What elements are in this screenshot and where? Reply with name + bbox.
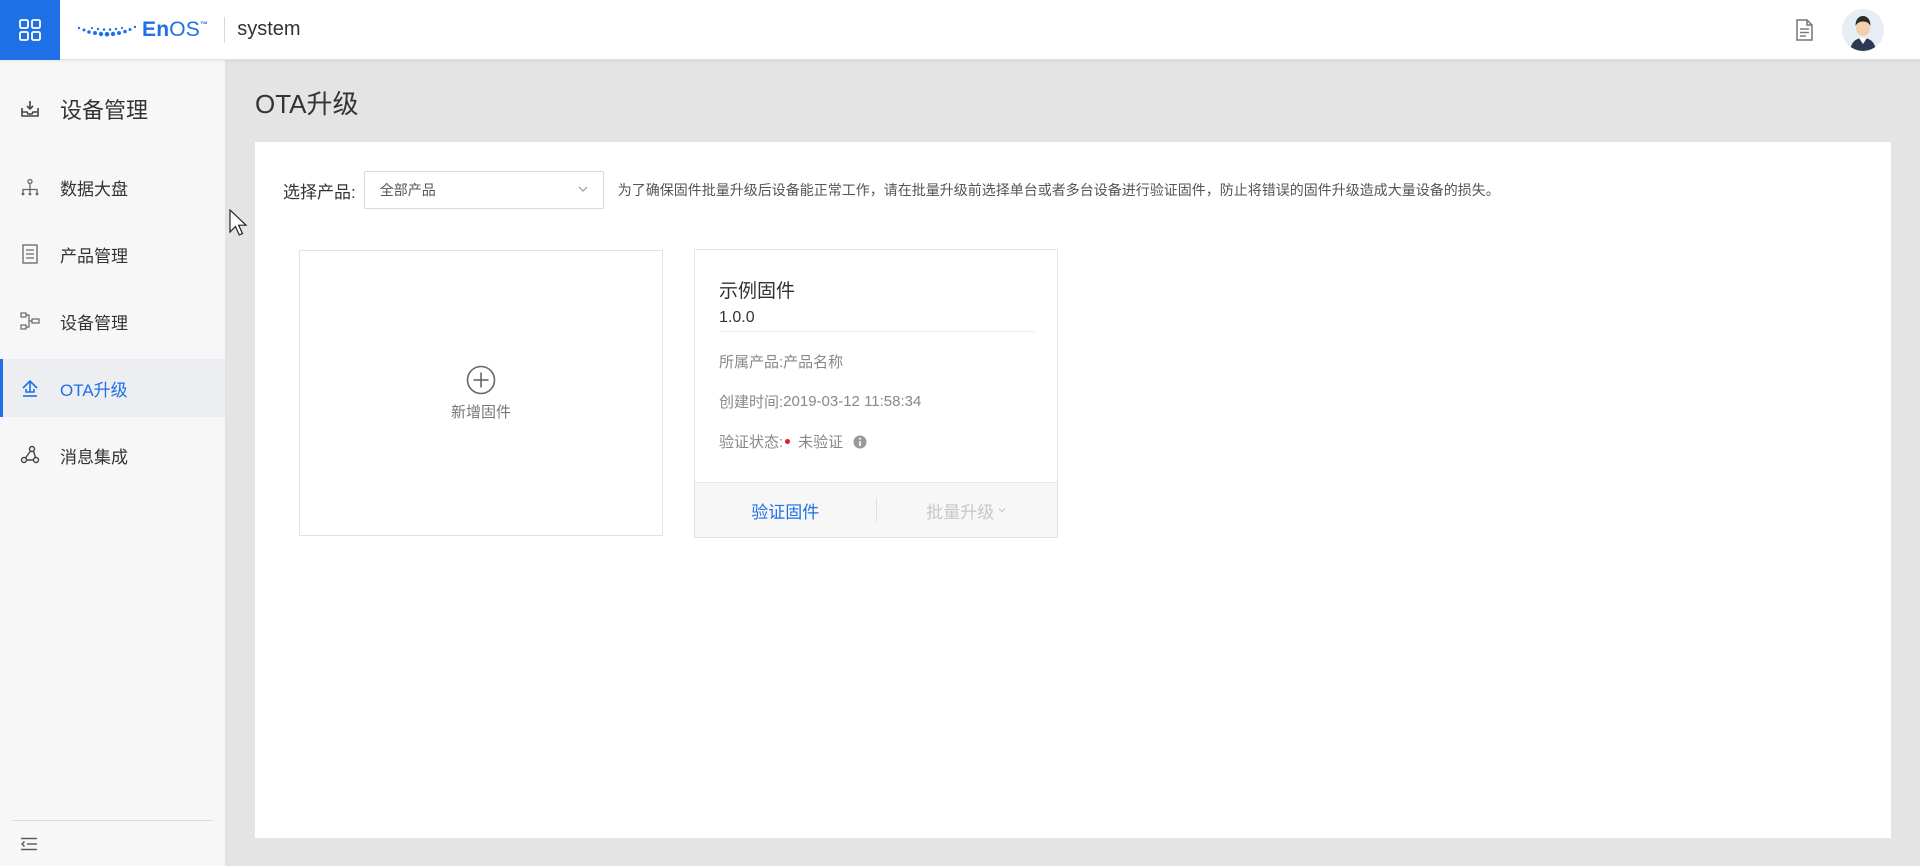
sidebar-header-label: 设备管理 xyxy=(60,98,149,123)
product-icon xyxy=(20,244,40,264)
product-select[interactable]: 全部产品 xyxy=(363,171,604,209)
sidebar-item-dashboard[interactable]: 数据大盘 xyxy=(0,158,225,216)
collapse-menu-icon[interactable] xyxy=(20,837,38,851)
firmware-created-row: 创建时间: 2019-03-12 11:58:34 xyxy=(719,391,1035,412)
sidebar-footer xyxy=(12,820,213,866)
mouse-cursor-icon xyxy=(229,209,248,236)
inbox-icon xyxy=(20,99,40,119)
sidebar-item-label: 消息集成 xyxy=(60,447,128,467)
chevron-down-icon xyxy=(998,508,1006,513)
sidebar-item-label: 产品管理 xyxy=(60,246,128,266)
user-avatar[interactable] xyxy=(1842,8,1884,51)
enos-logo-mark xyxy=(77,25,137,36)
info-icon[interactable] xyxy=(853,435,867,449)
sidebar-item-label: 数据大盘 xyxy=(60,179,128,199)
filter-hint: 为了确保固件批量升级后设备能正常工作，请在批量升级前选择单台或者多台设备进行验证… xyxy=(617,182,1500,198)
sidebar-item-integration[interactable]: 消息集成 xyxy=(0,426,225,484)
avatar-icon xyxy=(1842,8,1884,51)
firmware-product-row: 所属产品: 产品名称 xyxy=(719,351,1035,372)
firmware-product-label: 所属产品: xyxy=(719,354,784,371)
top-header: EnOS™ system xyxy=(0,0,1920,60)
chevron-down-icon xyxy=(578,186,588,192)
firmware-card: 示例固件 1.0.0 所属产品: 产品名称 创建时间: 2019-03-12 1… xyxy=(694,249,1058,538)
integration-icon xyxy=(20,445,40,465)
sidebar: 设备管理 数据大盘 产品管理 设备管理 OTA升级 消息集成 xyxy=(0,60,226,866)
plus-circle-icon xyxy=(466,365,496,394)
firmware-name: 示例固件 xyxy=(719,281,796,302)
firmware-card-footer: 验证固件 批量升级 xyxy=(695,482,1057,537)
upload-icon xyxy=(20,378,40,398)
app-grid-icon xyxy=(19,18,41,41)
firmware-status-label: 验证状态: xyxy=(719,434,784,451)
firmware-status-row: 验证状态: 未验证 xyxy=(719,431,1035,452)
batch-upgrade-label: 批量升级 xyxy=(926,502,995,522)
verify-firmware-button[interactable]: 验证固件 xyxy=(695,498,876,523)
header-divider xyxy=(224,16,226,43)
product-select-value: 全部产品 xyxy=(379,182,436,198)
batch-upgrade-button[interactable]: 批量升级 xyxy=(877,498,1058,523)
filter-label: 选择产品: xyxy=(283,182,356,202)
document-button[interactable] xyxy=(1792,18,1816,42)
content-panel: 选择产品: 全部产品 为了确保固件批量升级后设备能正常工作，请在批量升级前选择单… xyxy=(255,142,1891,838)
firmware-status-value: 未验证 xyxy=(798,434,844,451)
firmware-version: 1.0.0 xyxy=(719,309,1035,332)
sidebar-item-label: 设备管理 xyxy=(60,313,128,333)
app-grid-button[interactable] xyxy=(0,0,60,60)
page-title: OTA升级 xyxy=(255,89,359,119)
enos-logo[interactable]: EnOS™ xyxy=(76,0,208,60)
sidebar-item-ota[interactable]: OTA升级 xyxy=(0,359,225,417)
product-filter: 选择产品: 全部产品 为了确保固件批量升级后设备能正常工作，请在批量升级前选择单… xyxy=(283,171,1500,209)
status-dot xyxy=(785,439,791,444)
add-firmware-label: 新增固件 xyxy=(450,403,511,421)
device-icon xyxy=(20,311,40,331)
sidebar-item-label: OTA升级 xyxy=(60,380,128,400)
sidebar-item-products[interactable]: 产品管理 xyxy=(0,225,225,283)
firmware-created-label: 创建时间: xyxy=(719,394,784,411)
firmware-created-value: 2019-03-12 11:58:34 xyxy=(783,393,922,410)
add-firmware-card[interactable]: 新增固件 xyxy=(299,250,663,536)
document-icon xyxy=(1796,18,1813,41)
sidebar-header: 设备管理 xyxy=(0,60,225,158)
dashboard-icon xyxy=(20,177,40,197)
firmware-product-value: 产品名称 xyxy=(783,354,844,371)
header-title: system xyxy=(237,18,301,40)
sidebar-item-devices[interactable]: 设备管理 xyxy=(0,292,225,350)
